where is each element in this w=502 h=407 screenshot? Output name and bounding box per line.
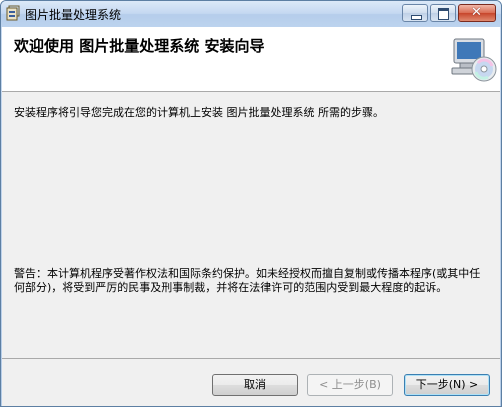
- window-title: 图片批量处理系统: [25, 8, 122, 22]
- installer-app-icon: [6, 5, 20, 21]
- close-icon: ✕: [471, 5, 482, 20]
- computer-cd-icon: [451, 38, 497, 82]
- maximize-button[interactable]: [430, 4, 456, 22]
- title-bar[interactable]: 图片批量处理系统 ✕: [1, 1, 501, 27]
- wizard-header: 欢迎使用 图片批量处理系统 安装向导: [2, 27, 500, 92]
- next-button[interactable]: 下一步(N) >: [404, 374, 490, 396]
- copyright-warning: 警告：本计算机程序受著作权法和国际条约保护。如未经授权而擅自复制或传播本程序(或…: [14, 267, 481, 294]
- intro-text: 安装程序将引导您完成在您的计算机上安装 图片批量处理系统 所需的步骤。: [14, 106, 384, 119]
- maximize-icon: [438, 8, 449, 20]
- page-title: 欢迎使用 图片批量处理系统 安装向导: [14, 37, 265, 55]
- back-button[interactable]: < 上一步(B): [307, 374, 393, 396]
- close-button[interactable]: ✕: [458, 4, 496, 22]
- button-bar: 取消 < 上一步(B) 下一步(N) >: [2, 358, 500, 406]
- minimize-icon: [411, 15, 422, 20]
- wizard-body: 安装程序将引导您完成在您的计算机上安装 图片批量处理系统 所需的步骤。 警告：本…: [2, 92, 500, 358]
- minimize-button[interactable]: [402, 4, 428, 22]
- installer-window: 图片批量处理系统 ✕ 欢迎使用 图片批量处理系统 安装向导 安装程序将引导您完成…: [0, 0, 502, 407]
- cancel-button[interactable]: 取消: [212, 374, 298, 396]
